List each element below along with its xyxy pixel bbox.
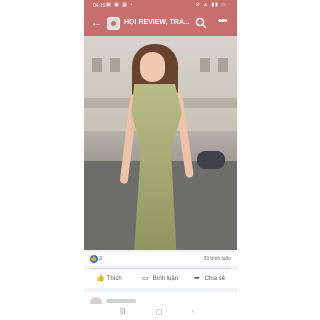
comment-count[interactable]: 39 bình luận xyxy=(203,256,231,262)
group-header: 04:19 ▣ ▣ ▦ • ⊘ ▲ ▮▮ ▭ ← HỘI REVIEW, TRA… xyxy=(84,0,237,36)
phone-screen: 04:19 ▣ ▣ ▦ • ⊘ ▲ ▮▮ ▭ ← HỘI REVIEW, TRA… xyxy=(84,0,237,320)
status-left-icons: ▣ ▣ ▦ • xyxy=(106,2,134,8)
like-icon: 👍 xyxy=(96,275,105,282)
comment-icon: ▭ xyxy=(142,275,149,282)
menu-icon[interactable]: ||| xyxy=(120,308,125,315)
building-window xyxy=(218,58,228,72)
arrow-left-icon[interactable]: ← xyxy=(91,16,102,30)
status-time: 04:19 xyxy=(93,3,106,9)
right-margin xyxy=(237,0,320,320)
next-post-name-placeholder xyxy=(106,299,136,303)
more-icon[interactable]: ••• xyxy=(218,15,228,27)
model-face xyxy=(140,52,165,82)
reaction-count: 3 xyxy=(99,256,102,262)
status-bar: 04:19 ▣ ▣ ▦ • ⊘ ▲ ▮▮ ▭ xyxy=(84,0,237,12)
post-actions: 👍 Thích ▭ Bình luận ➦ Chia sẻ xyxy=(84,270,237,288)
comment-label: Bình luận xyxy=(152,276,179,282)
group-avatar[interactable] xyxy=(107,17,120,30)
building-window xyxy=(110,58,120,72)
building-window xyxy=(200,58,210,72)
home-icon[interactable]: ▢ xyxy=(156,308,163,316)
motorbike xyxy=(197,151,225,169)
back-icon[interactable]: ‹ xyxy=(192,308,194,315)
like-reaction-icon: 👍 xyxy=(90,255,98,263)
left-margin xyxy=(0,0,84,320)
share-button[interactable]: ➦ Chia sẻ xyxy=(194,273,225,285)
building-window xyxy=(92,58,102,72)
divider xyxy=(90,268,231,269)
top-bar: ← HỘI REVIEW, TRA... ••• xyxy=(84,12,237,34)
status-right-icons: ⊘ ▲ ▮▮ ▭ xyxy=(195,2,227,8)
reaction-summary[interactable]: 👍 3 39 bình luận xyxy=(84,252,237,266)
comment-button[interactable]: ▭ Bình luận xyxy=(142,273,178,285)
like-button[interactable]: 👍 Thích xyxy=(96,273,122,285)
like-label: Thích xyxy=(106,276,122,282)
search-icon[interactable] xyxy=(195,17,207,29)
share-icon: ➦ xyxy=(194,275,200,282)
android-navbar: ||| ▢ ‹ xyxy=(84,304,237,320)
share-label: Chia sẻ xyxy=(204,276,226,282)
post-photo[interactable] xyxy=(84,36,237,250)
